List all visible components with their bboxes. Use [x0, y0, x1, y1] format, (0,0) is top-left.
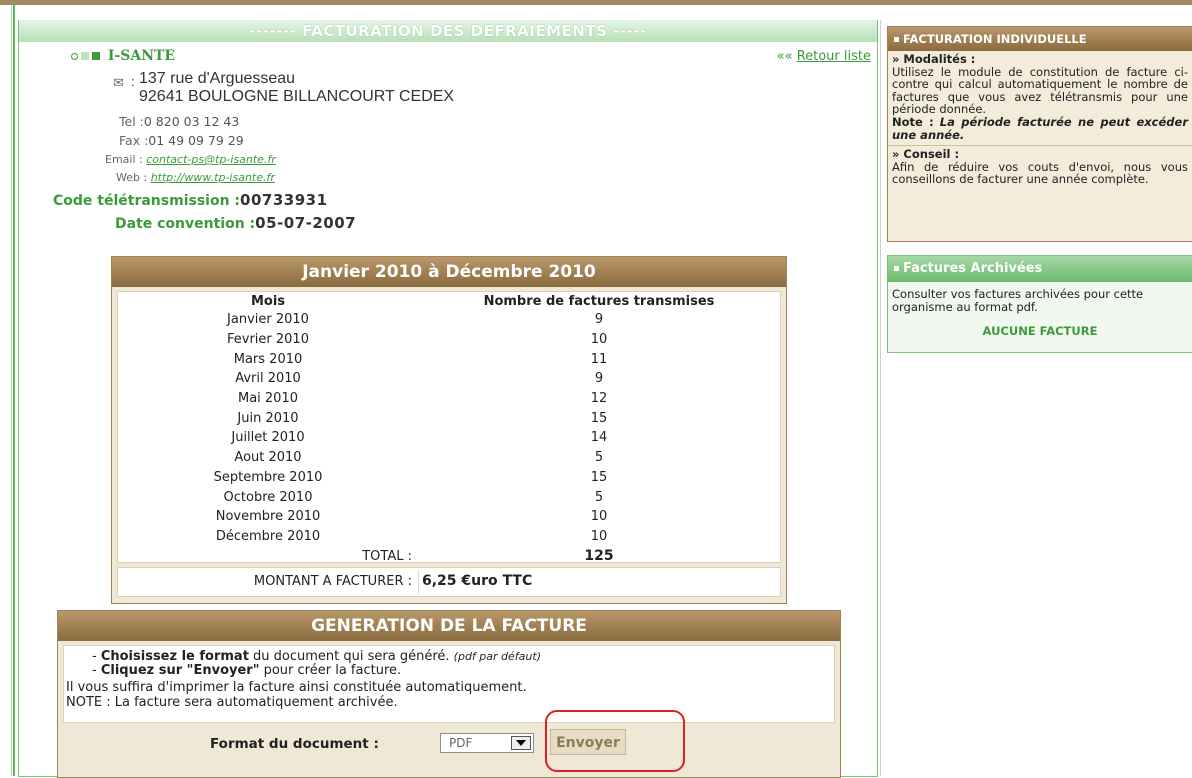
left-frame — [0, 5, 12, 776]
generation-instructions: - Choisissez le format du document qui s… — [63, 645, 835, 723]
envoyer-button[interactable]: Envoyer — [550, 729, 626, 755]
square-bullet-icon — [894, 266, 899, 271]
left-frame-line — [13, 5, 15, 776]
instruction-2: - Cliquez sur "Envoyer" pour créer la fa… — [92, 663, 402, 678]
archives-text: Consulter vos factures archivées pour ce… — [892, 287, 1144, 314]
row-mois: Fevrier 2010 — [227, 332, 309, 348]
row-mois: Septembre 2010 — [213, 469, 323, 485]
table-row: Juin 2010 15 — [118, 408, 780, 428]
row-mois: Janvier 2010 — [227, 312, 309, 328]
table-row: Fevrier 2010 10 — [118, 330, 780, 350]
row-mois: Mai 2010 — [237, 391, 298, 407]
row-count: 5 — [594, 450, 604, 466]
bullet-icon — [81, 52, 89, 60]
total-label: TOTAL : — [362, 548, 412, 564]
row-count: 11 — [590, 351, 608, 367]
table-row: Avril 2010 9 — [118, 369, 780, 389]
bullet-icon — [92, 52, 100, 60]
row-count: 9 — [594, 371, 604, 387]
address-block: ✉: 137 rue d'Arguesseau 92641 BOULOGNE B… — [113, 70, 455, 105]
generation-box: GENERATION DE LA FACTURE - Choisissez le… — [57, 610, 841, 778]
table-row: Novembre 2010 10 — [118, 507, 780, 527]
dropdown-arrow-icon[interactable] — [511, 736, 531, 750]
table-row: Aout 2010 5 — [118, 448, 780, 468]
code-row: Code télétransmission :00733931 — [53, 191, 328, 209]
col-nombre: Nombre de factures transmises — [483, 293, 715, 309]
format-select[interactable]: PDF — [440, 733, 534, 753]
org-title: I-SANTE — [71, 48, 175, 64]
square-bullet-icon — [894, 37, 899, 42]
row-count: 14 — [590, 430, 608, 446]
bullet-icon — [71, 52, 78, 60]
table-row: Janvier 2010 9 — [118, 310, 780, 330]
retour-link-row: «« Retour liste — [777, 49, 871, 64]
panel2-title: Factures Archivées — [888, 256, 1192, 282]
table-row: Mai 2010 12 — [118, 389, 780, 409]
instruction-3: Il vous suffira d'imprimer la facture ai… — [66, 680, 527, 695]
tel-row: Tel :0 820 03 12 43 — [119, 114, 240, 129]
row-mois: Décembre 2010 — [215, 528, 321, 544]
top-border — [0, 0, 1192, 5]
address-line2: 92641 BOULOGNE BILLANCOURT CEDEX — [139, 88, 455, 105]
row-count: 10 — [590, 528, 608, 544]
table-row: Juillet 2010 14 — [118, 428, 780, 448]
facturation-info-panel: FACTURATION INDIVIDUELLE » Modalités : U… — [887, 26, 1192, 242]
no-invoice-label: AUCUNE FACTURE — [982, 324, 1098, 338]
web-link[interactable]: http://www.tp-isante.fr — [151, 171, 275, 184]
instruction-4: NOTE : La facture sera automatiquement a… — [66, 695, 398, 710]
montant-label: MONTANT A FACTURER : — [253, 574, 412, 589]
archives-panel: Factures Archivées Consulter vos facture… — [887, 255, 1192, 353]
format-label: Format du document : — [210, 736, 379, 752]
fax-value: 01 49 09 79 29 — [148, 133, 244, 148]
montant-value: 6,25 €uro TTC — [422, 573, 533, 589]
table-row: Mars 2010 11 — [118, 349, 780, 369]
tel-value: 0 820 03 12 43 — [143, 114, 240, 129]
date-row: Date convention :05-07-2007 — [115, 214, 357, 232]
format-select-value: PDF — [449, 736, 473, 750]
invoice-table-box: Janvier 2010 à Décembre 2010 Mois Nombre… — [111, 256, 787, 604]
row-count: 10 — [590, 332, 608, 348]
row-count: 9 — [594, 312, 604, 328]
table-row: Décembre 2010 10 — [118, 527, 780, 547]
row-count: 15 — [590, 410, 608, 426]
panel1-title: FACTURATION INDIVIDUELLE — [888, 27, 1192, 51]
code-value: 00733931 — [240, 191, 328, 209]
row-count: 10 — [590, 509, 608, 525]
montant-row: MONTANT A FACTURER : 6,25 €uro TTC — [117, 567, 781, 597]
modalites-section: » Modalités : Utilisez le module de cons… — [892, 52, 1188, 142]
main-header: ------- FACTURATION DES DEFRAIEMENTS ---… — [19, 20, 877, 42]
column-separator — [880, 20, 881, 776]
email-row: Email : contact-ps@tp-isante.fr — [105, 153, 276, 166]
row-mois: Mars 2010 — [233, 351, 303, 367]
conseil-section: » Conseil : Afin de réduire vos couts d'… — [888, 145, 1192, 190]
table-inner: Mois Nombre de factures transmises Janvi… — [117, 291, 781, 566]
row-mois: Octobre 2010 — [223, 489, 313, 505]
main-panel: ------- FACTURATION DES DEFRAIEMENTS ---… — [18, 20, 878, 778]
table-title: Janvier 2010 à Décembre 2010 — [112, 257, 786, 287]
row-mois: Juin 2010 — [237, 410, 299, 426]
row-count: 15 — [590, 469, 608, 485]
row-count: 12 — [590, 391, 608, 407]
row-mois: Avril 2010 — [235, 371, 301, 387]
envelope-icon: ✉ — [113, 75, 124, 90]
fax-row: Fax :01 49 09 79 29 — [119, 133, 244, 148]
generation-title: GENERATION DE LA FACTURE — [58, 611, 840, 641]
row-count: 5 — [594, 489, 604, 505]
total-value: 125 — [584, 548, 614, 565]
address-line1: 137 rue d'Arguesseau — [139, 70, 296, 87]
row-mois: Aout 2010 — [234, 450, 302, 466]
row-mois: Juillet 2010 — [231, 430, 305, 446]
email-link[interactable]: contact-ps@tp-isante.fr — [146, 153, 276, 166]
date-value: 05-07-2007 — [255, 214, 357, 232]
retour-liste-link[interactable]: Retour liste — [797, 49, 871, 64]
row-mois: Novembre 2010 — [215, 509, 321, 525]
col-mois: Mois — [250, 293, 286, 309]
table-row: Octobre 2010 5 — [118, 487, 780, 507]
invoice-table: Mois Nombre de factures transmises Janvi… — [118, 292, 780, 566]
table-row: Septembre 2010 15 — [118, 468, 780, 488]
web-row: Web : http://www.tp-isante.fr — [116, 171, 275, 184]
double-chevron-icon: «« — [776, 49, 797, 64]
org-name: I-SANTE — [107, 48, 176, 64]
